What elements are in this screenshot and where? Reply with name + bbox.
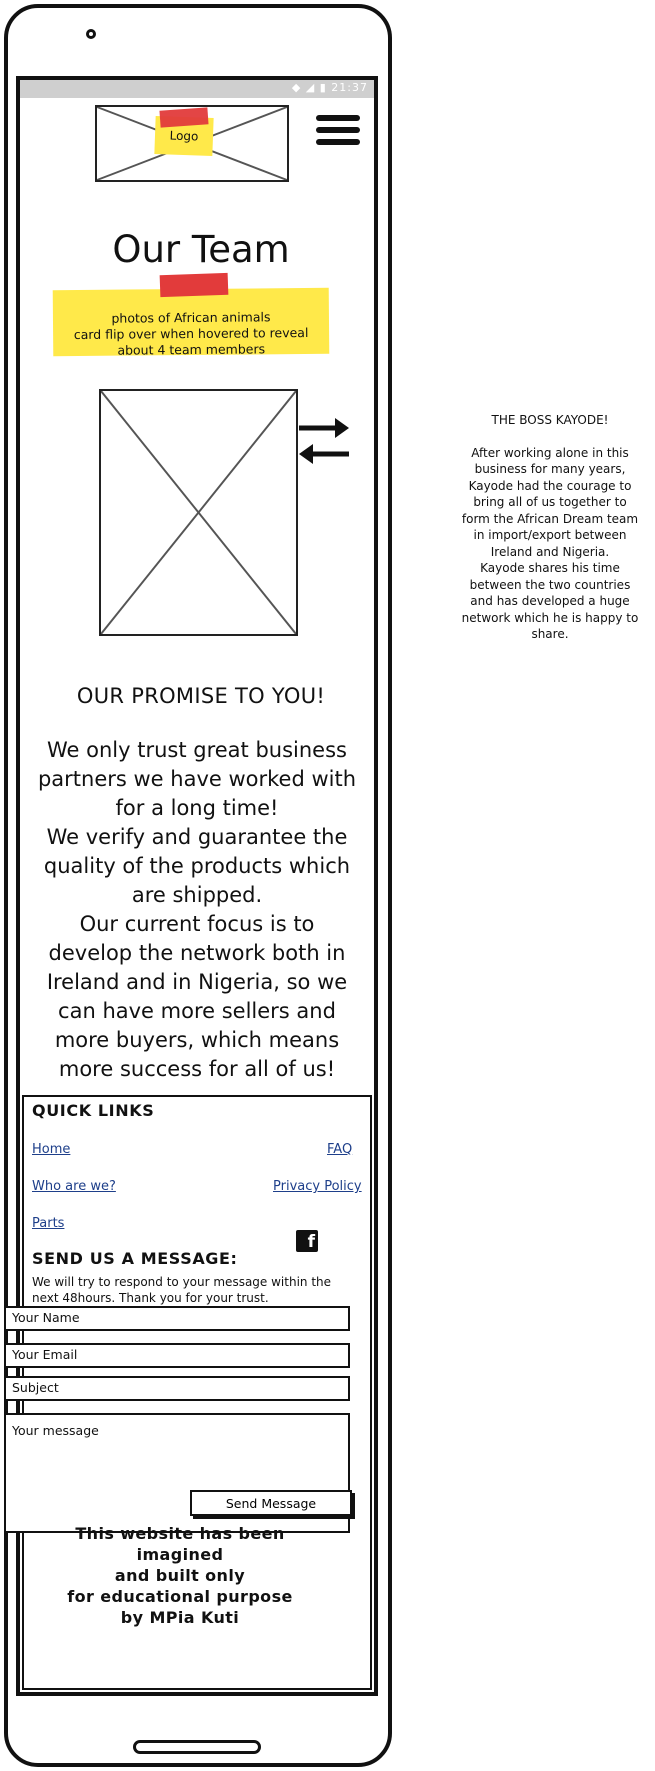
- bio-line: and has developed a huge: [470, 594, 630, 608]
- note-line: card flip over when hovered to reveal: [73, 324, 309, 343]
- quick-links-heading: QUICK LINKS: [32, 1101, 155, 1120]
- hamburger-menu-icon[interactable]: [316, 115, 360, 153]
- subject-field[interactable]: Subject: [4, 1376, 350, 1401]
- team-member-title: THE BOSS KAYODE!: [491, 413, 609, 427]
- email-placeholder: Your Email: [12, 1347, 78, 1362]
- subject-placeholder: Subject: [12, 1380, 59, 1395]
- send-message-button[interactable]: Send Message: [190, 1490, 352, 1516]
- tape-decoration: [159, 272, 229, 298]
- promise-line: for a long time!: [115, 796, 279, 820]
- team-card-image[interactable]: [99, 389, 298, 636]
- status-time: 21:37: [331, 81, 368, 94]
- facebook-icon[interactable]: f: [296, 1230, 318, 1252]
- promise-line: develop the network both in: [48, 941, 346, 965]
- promise-line: We verify and guarantee the: [46, 825, 348, 849]
- promise-line: more buyers, which means: [54, 1028, 340, 1052]
- email-field[interactable]: Your Email: [4, 1343, 350, 1368]
- promise-line: We only trust great business: [47, 738, 347, 762]
- credit-line: This website has been imagined: [75, 1524, 285, 1564]
- bio-line: After working alone in this: [471, 445, 629, 460]
- credit-line: and built only: [114, 1566, 246, 1585]
- promise-title: OUR PROMISE TO YOU!: [76, 684, 326, 708]
- send-message-heading: SEND US A MESSAGE:: [32, 1249, 238, 1268]
- promise-line: Ireland and in Nigeria, so we: [46, 970, 348, 994]
- name-placeholder: Your Name: [12, 1310, 80, 1325]
- bio-line: form the African Dream team: [461, 511, 639, 526]
- message-intro: We will try to respond to your message w…: [32, 1274, 331, 1306]
- logo-label: Logo: [169, 128, 199, 144]
- status-icons: ◆ ◢ ▮ 21:37: [292, 81, 368, 94]
- bio-line: share.: [531, 627, 569, 641]
- bio-line: business for many years,: [474, 462, 626, 476]
- promise-body: We only trust great business partners we…: [32, 736, 362, 1084]
- note-line: about 4 team members: [117, 341, 266, 358]
- bio-line: Kayode shares his time: [480, 561, 620, 575]
- camera-icon: [86, 29, 96, 39]
- promise-line: quality of the products which: [43, 854, 351, 878]
- bio-line: between the two countries: [469, 577, 631, 592]
- annotation-note: photos of African animals card flip over…: [52, 287, 330, 358]
- link-privacy-policy[interactable]: Privacy Policy: [273, 1179, 362, 1194]
- signal-icons: ◆ ◢ ▮: [291, 81, 327, 94]
- status-bar: ◆ ◢ ▮ 21:37: [20, 80, 374, 98]
- swap-arrows-icon[interactable]: [297, 414, 351, 470]
- page-title: Our Team: [112, 228, 290, 271]
- credit-line: by MPia Kuti: [120, 1608, 240, 1627]
- credit-text: This website has been imagined and built…: [30, 1523, 330, 1628]
- promise-line: are shipped.: [131, 883, 263, 907]
- promise-line: more success for all of us!: [58, 1057, 336, 1081]
- bio-line: network which he is happy to: [461, 610, 639, 625]
- bio-line: Ireland and Nigeria.: [490, 544, 610, 559]
- link-home[interactable]: Home: [32, 1142, 70, 1157]
- bio-line: in import/export between: [473, 528, 627, 542]
- team-card-back-text: THE BOSS KAYODE! After working alone in …: [455, 412, 645, 643]
- promise-line: Our current focus is to: [79, 912, 315, 936]
- bio-line: Kayode had the courage to: [468, 478, 632, 493]
- promise-line: can have more sellers and: [58, 999, 336, 1023]
- name-field[interactable]: Your Name: [4, 1306, 350, 1331]
- link-parts[interactable]: Parts: [32, 1216, 64, 1231]
- link-who-are-we[interactable]: Who are we?: [32, 1179, 116, 1194]
- tape-decoration: [159, 107, 209, 128]
- message-intro-line: We will try to respond to your message w…: [32, 1275, 332, 1289]
- message-intro-line: next 48hours. Thank you for your trust.: [32, 1291, 269, 1305]
- promise-line: partners we have worked with: [37, 767, 357, 791]
- credit-line: for educational purpose: [67, 1587, 293, 1606]
- home-button[interactable]: [133, 1740, 261, 1754]
- bio-line: bring all of us together to: [473, 495, 627, 509]
- message-placeholder: Your message: [12, 1423, 99, 1438]
- link-faq[interactable]: FAQ: [327, 1142, 352, 1157]
